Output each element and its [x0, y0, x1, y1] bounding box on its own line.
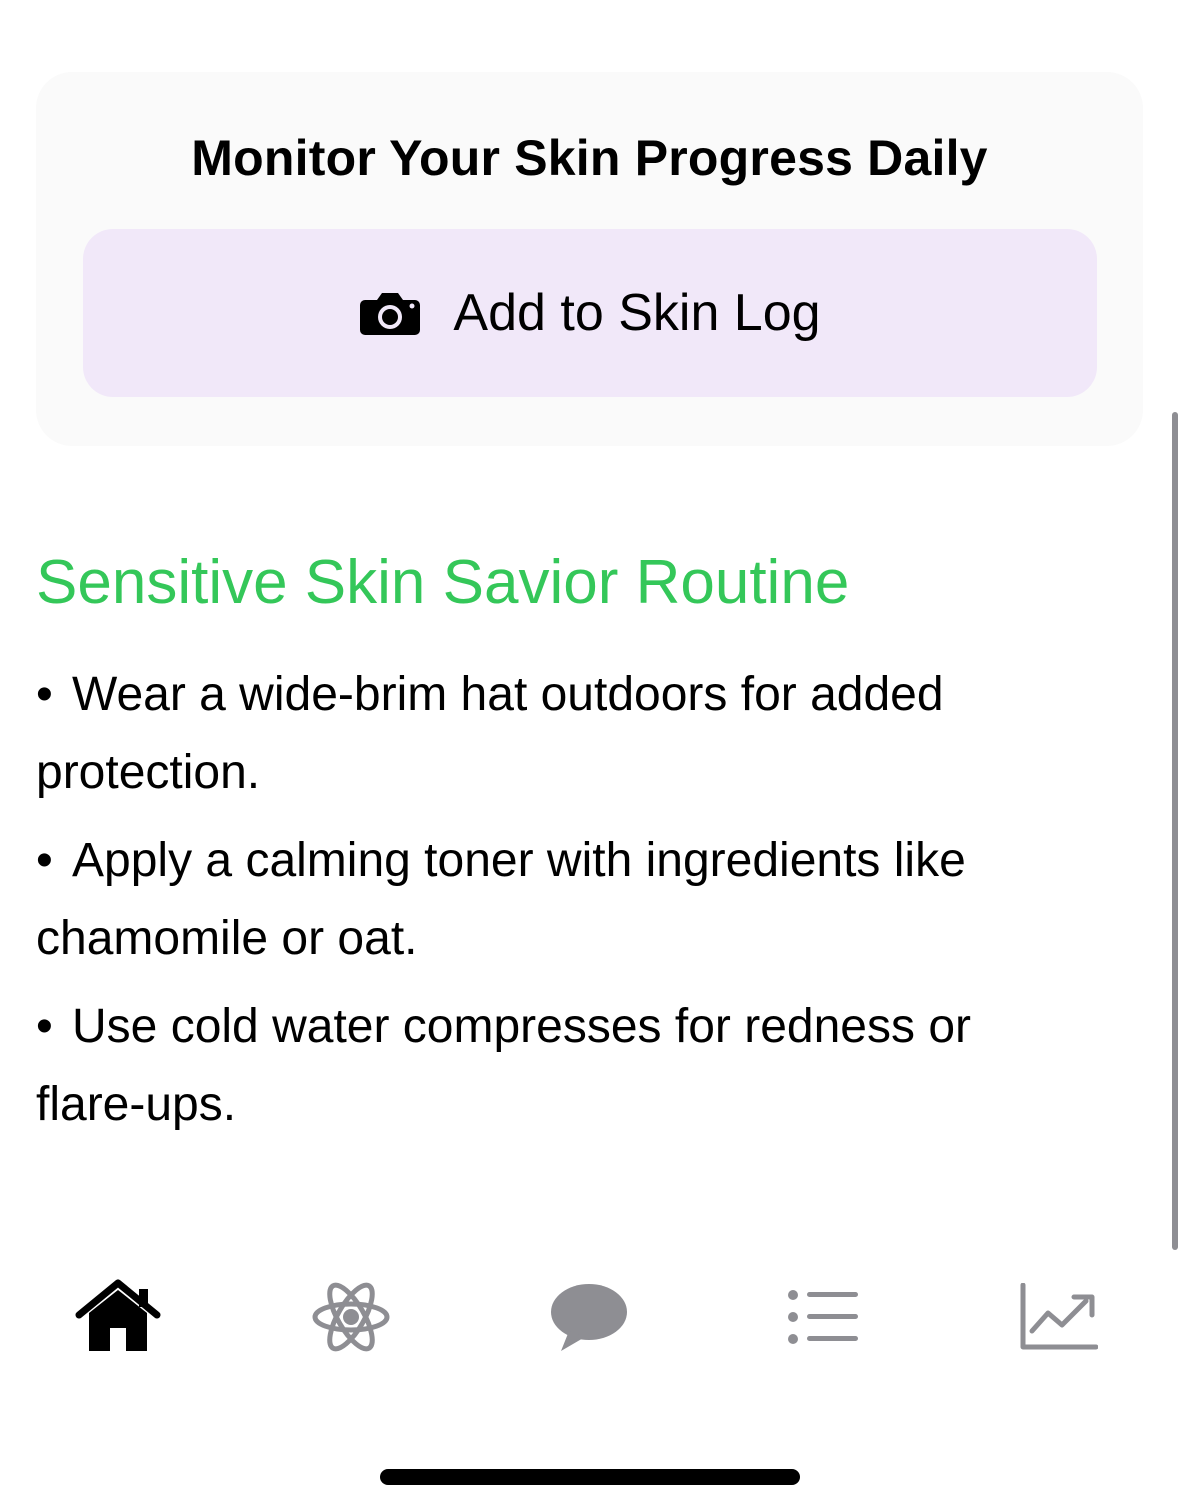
chart-trend-icon: [1020, 1283, 1098, 1350]
tab-chat[interactable]: [534, 1272, 644, 1362]
scrollbar[interactable]: [1172, 412, 1178, 1250]
tab-bar: [0, 1260, 1179, 1370]
list-item: • Wear a wide-brim hat outdoors for added…: [36, 656, 1076, 812]
tab-home[interactable]: [63, 1272, 173, 1362]
routine-title: Sensitive Skin Savior Routine: [36, 548, 850, 617]
tab-list[interactable]: [768, 1272, 878, 1362]
card-title: Monitor Your Skin Progress Daily: [191, 130, 988, 186]
list-icon: [788, 1290, 858, 1344]
bullet: •: [36, 668, 53, 721]
tip-text: Apply a calming toner with ingredients l…: [36, 834, 966, 965]
list-item: • Apply a calming toner with ingredients …: [36, 822, 1076, 978]
tip-text: Wear a wide-brim hat outdoors for added …: [36, 668, 944, 799]
routine-tips-list: • Wear a wide-brim hat outdoors for added…: [36, 656, 1076, 1154]
tip-text: Use cold water compresses for redness or…: [36, 1000, 972, 1131]
home-icon: [75, 1279, 161, 1351]
list-item: • Use cold water compresses for redness o…: [36, 988, 1076, 1144]
atom-icon: [312, 1282, 390, 1352]
bullet: •: [36, 1000, 53, 1053]
tab-progress[interactable]: [1004, 1272, 1114, 1362]
chat-bubble-icon: [551, 1284, 627, 1351]
add-to-skin-log-label: Add to Skin Log: [453, 284, 821, 342]
bullet: •: [36, 834, 53, 887]
home-indicator[interactable]: [380, 1469, 800, 1485]
tab-science[interactable]: [296, 1272, 406, 1362]
camera-icon: [360, 293, 421, 335]
add-to-skin-log-button[interactable]: Add to Skin Log: [83, 229, 1097, 397]
